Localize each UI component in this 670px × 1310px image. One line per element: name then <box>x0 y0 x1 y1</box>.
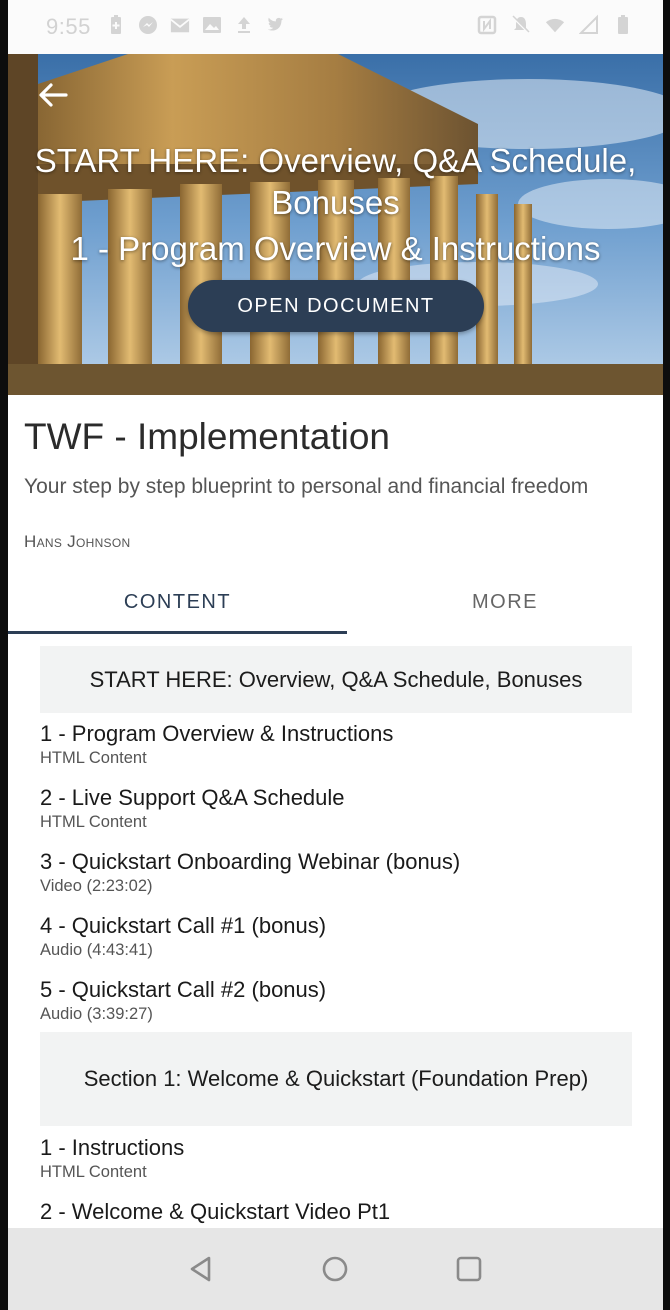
item-title: 5 - Quickstart Call #2 (bonus) <box>40 977 327 1002</box>
home-circle-icon[interactable] <box>320 1254 350 1284</box>
item-title: 2 - Welcome & Quickstart Video Pt1 <box>40 1199 391 1224</box>
hero-banner: START HERE: Overview, Q&A Schedule, Bonu… <box>8 54 663 395</box>
status-notification-icons <box>106 14 286 36</box>
section-header[interactable]: Section 1: Welcome & Quickstart (Foundat… <box>40 1032 632 1126</box>
course-description: Your step by step blueprint to personal … <box>24 475 589 498</box>
signal-icon <box>578 14 599 36</box>
list-item[interactable]: 1 - Program Overview & Instructions HTML… <box>40 720 640 768</box>
system-nav-bar <box>8 1228 663 1310</box>
course-title: TWF - Implementation <box>24 416 390 457</box>
open-document-button[interactable]: OPEN DOCUMENT <box>188 280 484 332</box>
wifi-icon <box>545 14 565 36</box>
list-item[interactable]: 3 - Quickstart Onboarding Webinar (bonus… <box>40 848 640 896</box>
tab-bar: CONTENT MORE <box>8 572 663 634</box>
battery-saver-icon <box>106 14 126 36</box>
active-tab-indicator <box>8 631 347 634</box>
tab-content[interactable]: CONTENT <box>8 572 347 632</box>
status-bar: 9:55 <box>8 0 663 54</box>
content-list: START HERE: Overview, Q&A Schedule, Bonu… <box>8 646 663 1228</box>
battery-icon <box>613 14 633 36</box>
item-title: 3 - Quickstart Onboarding Webinar (bonus… <box>40 849 461 874</box>
gmail-icon <box>170 14 190 36</box>
status-system-icons <box>477 14 633 36</box>
list-item[interactable]: 2 - Live Support Q&A Schedule HTML Conte… <box>40 784 640 832</box>
nfc-icon <box>477 14 497 36</box>
item-title: 4 - Quickstart Call #1 (bonus) <box>40 913 327 938</box>
parthenon-image <box>8 54 663 395</box>
item-type: HTML Content <box>40 813 147 831</box>
status-time: 9:55 <box>46 14 91 39</box>
course-author: Hans Johnson <box>24 532 131 551</box>
list-item[interactable]: 2 - Welcome & Quickstart Video Pt1 <box>40 1198 640 1226</box>
twitter-icon <box>266 14 286 36</box>
section-header[interactable]: START HERE: Overview, Q&A Schedule, Bonu… <box>40 646 632 713</box>
upload-icon <box>234 14 254 36</box>
item-title: 2 - Live Support Q&A Schedule <box>40 785 345 810</box>
item-type: Audio (3:39:27) <box>40 1005 153 1023</box>
hero-section-title: START HERE: Overview, Q&A Schedule, Bonu… <box>34 142 637 221</box>
recents-square-icon[interactable] <box>454 1254 484 1284</box>
item-type: HTML Content <box>40 749 147 767</box>
image-icon <box>202 14 222 36</box>
item-type: Video (2:23:02) <box>40 877 153 895</box>
list-item[interactable]: 5 - Quickstart Call #2 (bonus) Audio (3:… <box>40 976 640 1024</box>
list-item[interactable]: 1 - Instructions HTML Content <box>40 1134 640 1182</box>
item-type: Audio (4:43:41) <box>40 941 153 959</box>
item-title: 1 - Program Overview & Instructions <box>40 721 394 746</box>
app-screen: 9:55 START HERE: Overview, Q&A Schedule,… <box>8 0 663 1310</box>
back-arrow-icon[interactable] <box>36 80 70 110</box>
back-triangle-icon[interactable] <box>186 1254 216 1284</box>
tab-more[interactable]: MORE <box>347 572 663 632</box>
notifications-off-icon <box>511 14 531 36</box>
hero-lesson-title: 1 - Program Overview & Instructions <box>70 230 601 267</box>
list-item[interactable]: 4 - Quickstart Call #1 (bonus) Audio (4:… <box>40 912 640 960</box>
messenger-icon <box>138 14 158 36</box>
item-type: HTML Content <box>40 1163 147 1181</box>
item-title: 1 - Instructions <box>40 1135 185 1160</box>
